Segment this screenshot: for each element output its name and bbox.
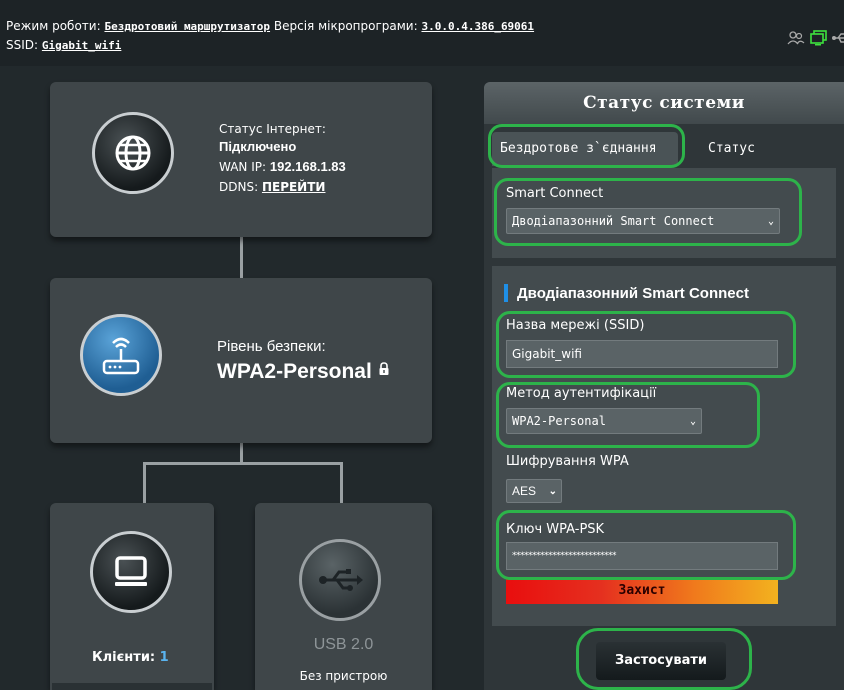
auth-method-value: WPA2-Personal (512, 414, 606, 428)
section-accent-bar (504, 284, 508, 302)
chevron-down-icon: ⌄ (548, 485, 557, 497)
computer-icon[interactable] (90, 531, 172, 613)
encryption-label: Шифрування WPA (506, 454, 629, 469)
monitor-icon[interactable] (810, 30, 828, 46)
smart-connect-select[interactable]: Дводіапазонний Smart Connect ⌄ (506, 208, 780, 234)
usb-icon[interactable] (299, 539, 381, 621)
ssid-field-label: Назва мережі (SSID) (506, 318, 645, 333)
apply-button[interactable]: Застосувати (596, 642, 726, 680)
ssid-label: SSID: (6, 38, 39, 52)
wan-ip-value: 192.168.1.83 (269, 159, 346, 174)
usb-card[interactable]: USB 2.0 Без пристрою (255, 503, 432, 690)
ddns-label: DDNS: (219, 180, 259, 194)
internet-status-value: Підключено (219, 139, 297, 154)
connector-line (143, 462, 343, 465)
encryption-value: AES (512, 484, 537, 498)
internet-status-label: Статус Інтернет: (219, 122, 326, 136)
mode-label: Режим роботи: (6, 19, 101, 33)
usb-status: Без пристрою (299, 669, 388, 683)
panel-title: Статус системи (484, 82, 844, 124)
clients-card[interactable]: Клієнти: 1 (50, 503, 214, 690)
system-status-panel: Статус системи Бездротове з`єднання Стат… (484, 82, 844, 690)
globe-icon[interactable] (92, 112, 174, 194)
security-card[interactable]: Рівень безпеки: WPA2-Personal (50, 278, 432, 443)
section-title: Дводіапазонний Smart Connect (504, 284, 749, 302)
ssid-link[interactable]: Gigabit_wifi (42, 39, 121, 52)
connector-line (143, 462, 146, 504)
tab-status[interactable]: Статус (700, 132, 763, 166)
wan-ip-label: WAN IP: (219, 160, 267, 174)
mode-line: Режим роботи: Бездротовий маршрутизатор … (6, 19, 534, 33)
smart-connect-section: Smart Connect Дводіапазонний Smart Conne… (492, 168, 836, 258)
clients-info: Клієнти: 1 (92, 650, 169, 665)
tab-wireless[interactable]: Бездротове з`єднання (492, 132, 678, 166)
smart-connect-value: Дводіапазонний Smart Connect (512, 214, 715, 228)
connector-line (340, 462, 343, 504)
internet-status-card[interactable]: Статус Інтернет: Підключено WAN IP: 192.… (50, 82, 432, 237)
auth-method-label: Метод аутентифікації (506, 386, 657, 401)
psk-key-label: Ключ WPA-PSK (506, 522, 605, 537)
smart-connect-label: Smart Connect (506, 186, 604, 201)
security-level-value: WPA2-Personal (217, 360, 372, 383)
lock-icon (379, 362, 389, 375)
users-icon[interactable] (787, 30, 805, 46)
connector-line (240, 236, 243, 278)
ssid-input[interactable]: Gigabit_wifi (506, 340, 778, 368)
password-strength-bar: Захист (506, 578, 778, 604)
clients-count[interactable]: 1 (160, 650, 169, 665)
usb-icon[interactable] (832, 30, 844, 46)
router-icon[interactable] (80, 314, 162, 396)
clients-label: Клієнти: (92, 650, 156, 665)
firmware-link[interactable]: 3.0.0.4.386_69061 (421, 20, 534, 33)
security-value-row: WPA2-Personal (217, 360, 390, 384)
encryption-select[interactable]: AES ⌄ (506, 479, 562, 503)
ddns-link[interactable]: ПЕРЕЙТИ (262, 180, 326, 194)
section-title-text: Дводіапазонний Smart Connect (517, 284, 749, 302)
firmware-label: Версія мікропрограми: (273, 19, 418, 33)
chevron-down-icon: ⌄ (689, 415, 696, 427)
auth-method-select[interactable]: WPA2-Personal ⌄ (506, 408, 702, 434)
mode-link[interactable]: Бездротовий маршрутизатор (104, 20, 270, 33)
security-level-label: Рівень безпеки: (217, 338, 326, 355)
psk-key-input[interactable]: ************************** (506, 542, 778, 570)
top-bar: Режим роботи: Бездротовий маршрутизатор … (0, 0, 844, 66)
chevron-down-icon: ⌄ (767, 215, 774, 227)
usb-label: USB 2.0 (313, 636, 374, 653)
clients-footer (52, 683, 212, 690)
connector-line (240, 442, 243, 464)
internet-info: Статус Інтернет: Підключено WAN IP: 192.… (219, 120, 346, 196)
tab-bar: Бездротове з`єднання Статус (492, 132, 836, 168)
ssid-line: SSID: Gigabit_wifi (6, 38, 121, 52)
